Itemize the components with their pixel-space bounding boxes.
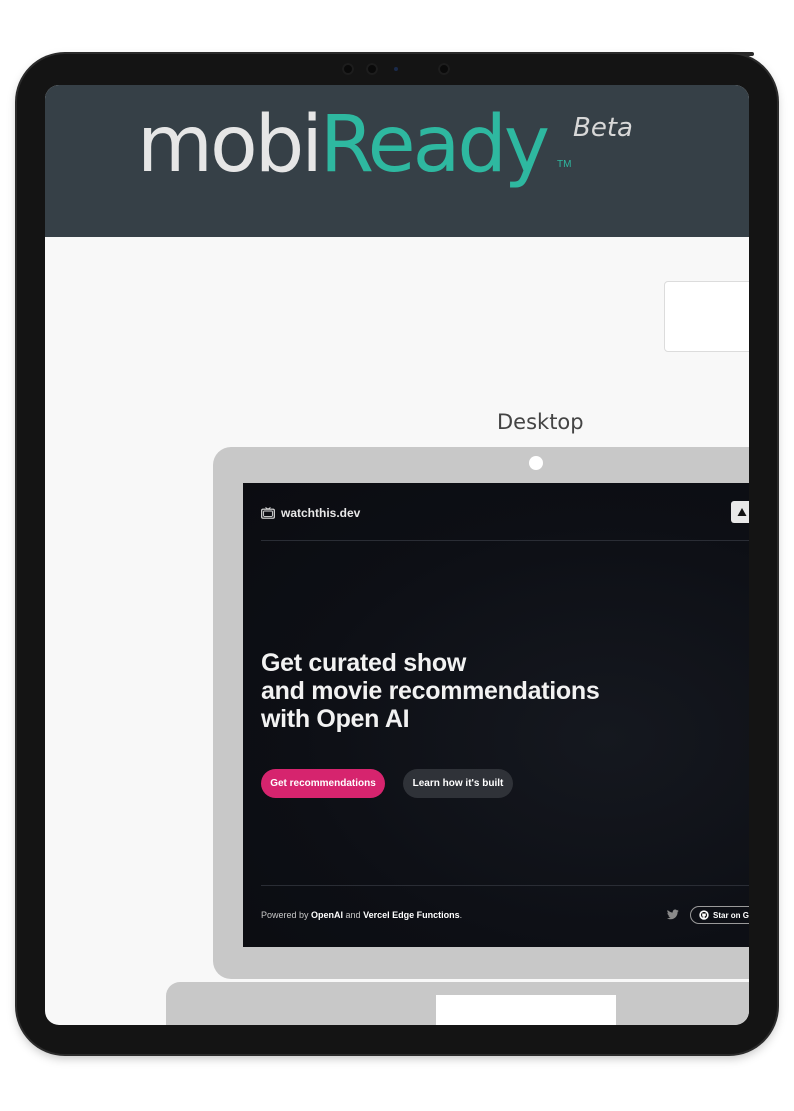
site-nav[interactable]: watchthis.dev (261, 504, 360, 522)
mobiready-logo[interactable]: mobiReady TM Beta (137, 85, 633, 205)
hero-headline: Get curated show and movie recommendatio… (261, 649, 681, 733)
twitter-icon[interactable] (667, 909, 679, 920)
star-on-github-button[interactable]: Star on G (690, 906, 749, 924)
footer-period: . (459, 910, 463, 920)
triangle-icon (737, 508, 747, 516)
camera-icon (342, 63, 354, 75)
tablet-screen: mobiReady TM Beta Desktop watchthis.dev … (45, 85, 749, 1025)
openai-link[interactable]: OpenAI (311, 910, 343, 920)
camera-icon (438, 63, 450, 75)
headline-line: and movie recommendations (261, 677, 600, 705)
url-input-box[interactable] (664, 281, 749, 352)
camera-icon (366, 63, 378, 75)
headline-line: with Open AI (261, 705, 410, 733)
footer-divider (261, 885, 749, 886)
logo-beta-badge: Beta (573, 113, 633, 143)
logo-ready-text: Ready (319, 100, 550, 190)
footer-and: and (343, 910, 364, 920)
footer-prefix: Powered by (261, 910, 312, 920)
mobiready-header: mobiReady TM Beta (45, 85, 749, 237)
theme-toggle-button[interactable] (731, 501, 749, 523)
laptop-camera-icon (529, 456, 543, 470)
vercel-link[interactable]: Vercel Edge Functions (363, 910, 460, 920)
sensor-icon (394, 67, 398, 71)
tablet-camera-bar (340, 63, 460, 75)
learn-how-button[interactable]: Learn how it's built (403, 769, 513, 798)
get-recommendations-button[interactable]: Get recommendations (261, 769, 385, 798)
site-preview: watchthis.dev Get curated show and movie… (243, 483, 749, 947)
nav-divider (261, 540, 749, 541)
star-button-label: Star on G (713, 910, 749, 920)
device-label: Desktop (497, 410, 584, 434)
footer-powered-by: Powered by OpenAI and Vercel Edge Functi… (261, 910, 462, 920)
laptop-notch (436, 995, 616, 1025)
tv-icon (261, 507, 275, 519)
logo-mobi-text: mobi (137, 100, 323, 190)
headline-line: Get curated show (261, 649, 466, 677)
site-brand: watchthis.dev (281, 506, 361, 520)
logo-trademark: TM (557, 159, 572, 170)
github-icon (699, 910, 709, 920)
